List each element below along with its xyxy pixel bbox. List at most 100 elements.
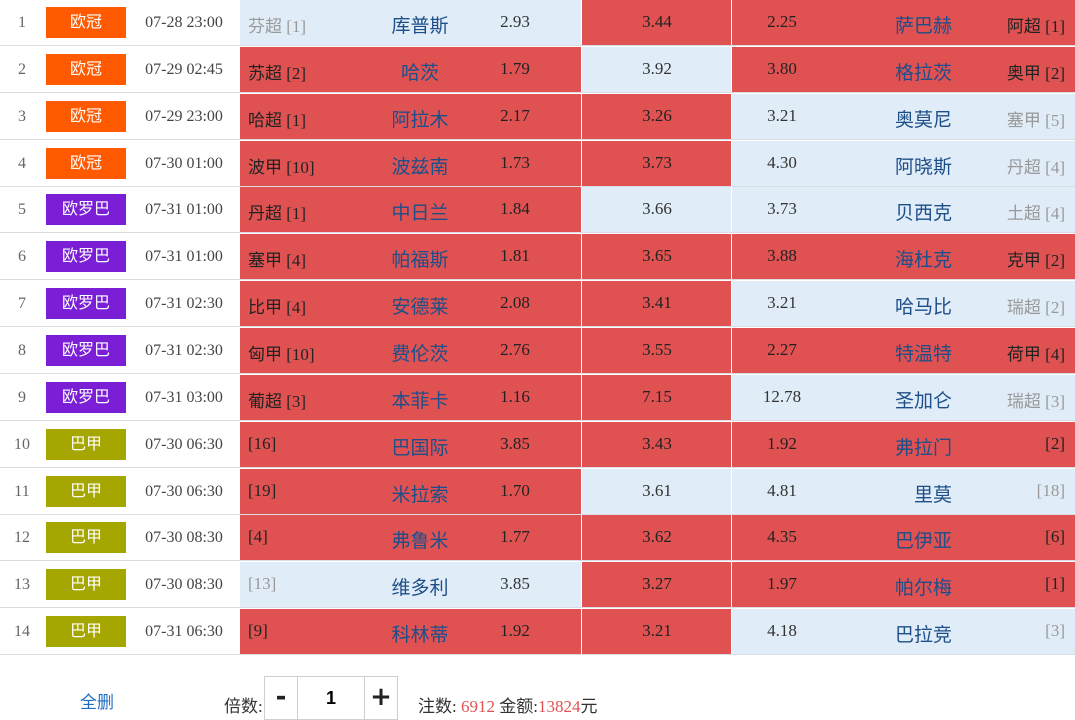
away-win-option[interactable]: 4.35 巴伊亚 [6] [732,515,1075,560]
away-win-option[interactable]: 3.21 哈马比 瑞超 [2] [732,281,1075,326]
draw-option[interactable]: 3.44 [582,0,732,45]
match-number: 3 [18,107,26,125]
home-team-name: 波兹南 [391,157,449,178]
away-team-rank: 荷甲 [4] [1006,345,1065,364]
home-team-rank: 葡超 [3] [248,392,307,411]
away-win-odds: 3.80 [767,59,797,78]
draw-odds: 3.43 [642,434,672,453]
home-win-odds: 3.85 [500,434,530,453]
away-win-option[interactable]: 3.80 格拉茨 奥甲 [2] [732,47,1075,92]
away-win-option[interactable]: 3.21 奥莫尼 塞甲 [5] [732,94,1075,139]
home-win-option[interactable]: 芬超 [1] 库普斯 2.93 [240,0,582,45]
home-win-odds: 1.70 [500,481,530,500]
away-win-option[interactable]: 2.27 特温特 荷甲 [4] [732,328,1075,373]
away-team-name: 哈马比 [894,297,952,318]
home-win-odds: 2.93 [500,12,530,31]
match-time: 07-31 01:00 [145,200,223,218]
draw-option[interactable]: 3.62 [582,515,732,560]
draw-option[interactable]: 7.15 [582,375,732,420]
draw-option[interactable]: 3.61 [582,469,732,514]
league-cell: 巴甲 [44,616,128,647]
home-win-option[interactable]: 葡超 [3] 本菲卡 1.16 [240,375,582,420]
league-badge: 巴甲 [46,616,126,647]
home-team-rank: [4] [248,527,268,546]
decrease-multiplier-button[interactable]: - [264,676,298,720]
bet-footer: 全删 倍数: - + 注数: 6912 金额:13824元 [0,656,1075,720]
league-cell: 巴甲 [44,569,128,600]
table-row: 9 欧罗巴 07-31 03:00 葡超 [3] 本菲卡 1.16 7.15 12.78 圣加仑… [0,375,1075,421]
draw-option[interactable]: 3.43 [582,422,732,467]
away-win-option[interactable]: 4.30 阿晓斯 丹超 [4] [732,141,1075,186]
match-time: 07-30 01:00 [145,154,223,172]
away-win-option[interactable]: 2.25 萨巴赫 阿超 [1] [732,0,1075,45]
bets-count: 6912 [460,697,495,716]
table-row: 1 欧冠 07-28 23:00 芬超 [1] 库普斯 2.93 3.44 2.25 萨巴赫 阿超… [0,0,1075,46]
draw-option[interactable]: 3.27 [582,562,732,607]
home-win-option[interactable]: 丹超 [1] 中日兰 1.84 [240,187,582,232]
draw-option[interactable]: 3.92 [582,47,732,92]
table-row: 8 欧罗巴 07-31 02:30 匈甲 [10] 费伦茨 2.76 3.55 2.27 特温特… [0,328,1075,374]
away-team-rank: [1] [1045,574,1065,593]
league-cell: 巴甲 [44,476,128,507]
home-win-option[interactable]: 波甲 [10] 波兹南 1.73 [240,141,582,186]
league-cell: 欧冠 [44,101,128,132]
away-team-rank: 塞甲 [5] [1006,111,1065,130]
league-badge: 巴甲 [46,522,126,553]
league-badge: 欧罗巴 [46,241,126,272]
away-win-option[interactable]: 12.78 圣加仑 瑞超 [3] [732,375,1075,420]
home-team-name: 安德莱 [391,297,449,318]
match-time: 07-30 06:30 [145,435,223,453]
match-number: 6 [18,247,26,265]
multiplier-input[interactable] [298,676,364,720]
away-win-option[interactable]: 3.73 贝西克 土超 [4] [732,187,1075,232]
away-team-rank: 克甲 [2] [1006,251,1065,270]
match-number: 12 [14,528,30,546]
away-team-rank: 丹超 [4] [1006,158,1065,177]
clear-all-button[interactable]: 全删 [80,688,114,713]
league-cell: 巴甲 [44,429,128,460]
draw-option[interactable]: 3.66 [582,187,732,232]
draw-option[interactable]: 3.55 [582,328,732,373]
home-win-odds: 1.77 [500,527,530,546]
home-win-odds: 1.73 [500,153,530,172]
away-win-option[interactable]: 3.88 海杜克 克甲 [2] [732,234,1075,279]
league-cell: 欧罗巴 [44,194,128,225]
draw-option[interactable]: 3.21 [582,609,732,654]
away-team-name: 巴拉竞 [894,625,952,646]
home-team-name: 本菲卡 [391,391,449,412]
league-cell: 欧冠 [44,54,128,85]
league-badge: 巴甲 [46,569,126,600]
draw-option[interactable]: 3.41 [582,281,732,326]
draw-odds: 3.55 [642,340,672,359]
away-win-odds: 4.35 [767,527,797,546]
draw-odds: 3.62 [642,527,672,546]
match-time: 07-29 23:00 [145,107,223,125]
draw-option[interactable]: 3.73 [582,141,732,186]
draw-odds: 3.73 [642,153,672,172]
away-win-option[interactable]: 1.97 帕尔梅 [1] [732,562,1075,607]
amount-label: 金额: [499,697,538,716]
home-win-option[interactable]: [4] 弗鲁米 1.77 [240,515,582,560]
home-win-odds: 1.16 [500,387,530,406]
increase-multiplier-button[interactable]: + [364,676,398,720]
home-win-option[interactable]: [19] 米拉索 1.70 [240,469,582,514]
home-win-option[interactable]: 比甲 [4] 安德莱 2.08 [240,281,582,326]
home-team-name: 巴国际 [391,438,449,459]
away-win-option[interactable]: 1.92 弗拉门 [2] [732,422,1075,467]
table-row: 6 欧罗巴 07-31 01:00 塞甲 [4] 帕福斯 1.81 3.65 3.88 海杜克 克… [0,234,1075,280]
home-win-option[interactable]: [9] 科林蒂 1.92 [240,609,582,654]
home-win-option[interactable]: 哈超 [1] 阿拉木 2.17 [240,94,582,139]
away-win-option[interactable]: 4.81 里莫 [18] [732,469,1075,514]
home-win-option[interactable]: [13] 维多利 3.85 [240,562,582,607]
home-win-option[interactable]: 苏超 [2] 哈茨 1.79 [240,47,582,92]
home-team-rank: 塞甲 [4] [248,251,307,270]
draw-option[interactable]: 3.65 [582,234,732,279]
match-time: 07-31 01:00 [145,247,223,265]
draw-odds: 3.44 [642,12,672,31]
draw-option[interactable]: 3.26 [582,94,732,139]
away-win-odds: 4.30 [767,153,797,172]
home-win-option[interactable]: 匈甲 [10] 费伦茨 2.76 [240,328,582,373]
away-win-option[interactable]: 4.18 巴拉竞 [3] [732,609,1075,654]
home-win-option[interactable]: 塞甲 [4] 帕福斯 1.81 [240,234,582,279]
home-win-option[interactable]: [16] 巴国际 3.85 [240,422,582,467]
